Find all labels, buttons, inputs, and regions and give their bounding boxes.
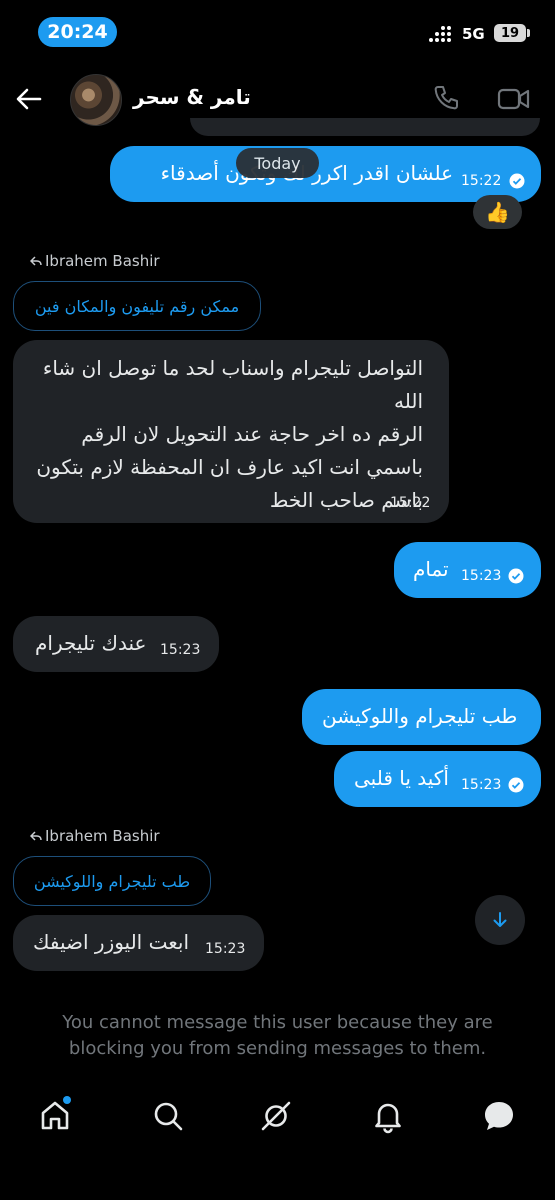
- message-bubble-incoming[interactable]: عندك تليجرام 15:23: [13, 616, 219, 672]
- message-time: 15:22: [461, 173, 502, 189]
- video-call-icon[interactable]: [497, 85, 531, 113]
- battery-level: 19: [500, 25, 520, 41]
- read-check-icon: [508, 568, 524, 584]
- message-line: باسمي انت اكيد عارف ان المحفظة لازم بتكو…: [36, 455, 423, 479]
- message-time: 15:22: [390, 495, 431, 511]
- message-text: التواصل تليجرام واسناب لحد ما توصل ان شا…: [23, 352, 423, 517]
- message-time: 15:23: [160, 642, 201, 658]
- reply-author: Ibrahem Bashir: [45, 252, 160, 270]
- back-arrow-icon[interactable]: [14, 84, 44, 114]
- message-text: عندك تليجرام: [35, 631, 147, 655]
- message-line: الله: [394, 389, 423, 413]
- message-text: تمام: [413, 557, 449, 581]
- quoted-message[interactable]: طب تليجرام واللوكيشن: [13, 856, 211, 906]
- quoted-text: ممكن رقم تليفون والمكان فين: [34, 296, 240, 316]
- scrolled-bubble-edge: [190, 118, 540, 136]
- message-bubble-outgoing[interactable]: أكيد يا قلبى 15:23: [334, 751, 541, 807]
- avatar[interactable]: [70, 74, 122, 126]
- battery-icon: 19: [494, 24, 526, 42]
- notifications-icon[interactable]: [370, 1098, 406, 1134]
- reply-icon: [30, 256, 42, 266]
- message-time: 15:23: [205, 941, 246, 957]
- message-line: باسم صاحب الخط: [269, 488, 423, 512]
- message-bubble-incoming[interactable]: ابعت اليوزر اضيفك 15:23: [13, 915, 264, 971]
- message-time: 15:23: [461, 568, 502, 584]
- reaction-badge[interactable]: 👍: [473, 195, 522, 229]
- grok-icon[interactable]: [258, 1098, 294, 1134]
- message-text: ابعت اليوزر اضيفك: [33, 930, 190, 954]
- message-line: الرقم ده اخر حاجة عند التحويل لان الرقم: [81, 422, 423, 446]
- signal-icon: [429, 26, 451, 42]
- network-type: 5G: [462, 25, 485, 43]
- message-bubble-outgoing[interactable]: تمام 15:23: [394, 542, 541, 598]
- read-check-icon: [508, 777, 524, 793]
- messages-icon[interactable]: [481, 1098, 517, 1134]
- message-time: 15:23: [461, 777, 502, 793]
- conversation-title[interactable]: تامر & سحر: [133, 85, 251, 109]
- quoted-text: طب تليجرام واللوكيشن: [33, 871, 191, 891]
- blocked-notice: You cannot message this user because the…: [62, 1012, 493, 1059]
- battery-cap: [527, 29, 530, 37]
- arrow-down-icon: [493, 912, 507, 927]
- status-time: 20:24: [38, 17, 117, 47]
- message-text: طب تليجرام واللوكيشن: [322, 704, 518, 728]
- quoted-message[interactable]: ممكن رقم تليفون والمكان فين: [13, 281, 261, 331]
- message-bubble-outgoing[interactable]: علشان اقدر اكرر لك وتكون أصدقاء 15:22: [110, 146, 541, 202]
- search-icon[interactable]: [150, 1098, 186, 1134]
- message-bubble-outgoing[interactable]: طب تليجرام واللوكيشن: [302, 689, 541, 745]
- scroll-to-bottom-button[interactable]: [475, 895, 525, 945]
- notification-dot: [63, 1096, 71, 1104]
- thumbs-up-icon: 👍: [485, 200, 510, 224]
- read-check-icon: [509, 173, 525, 189]
- message-bubble-incoming[interactable]: التواصل تليجرام واسناب لحد ما توصل ان شا…: [13, 340, 449, 523]
- message-text: أكيد يا قلبى: [354, 766, 449, 790]
- phone-icon[interactable]: [431, 83, 461, 113]
- reply-icon: [30, 831, 42, 841]
- message-line: التواصل تليجرام واسناب لحد ما توصل ان شا…: [42, 356, 423, 380]
- date-separator: Today: [236, 148, 319, 178]
- reply-author: Ibrahem Bashir: [45, 827, 160, 845]
